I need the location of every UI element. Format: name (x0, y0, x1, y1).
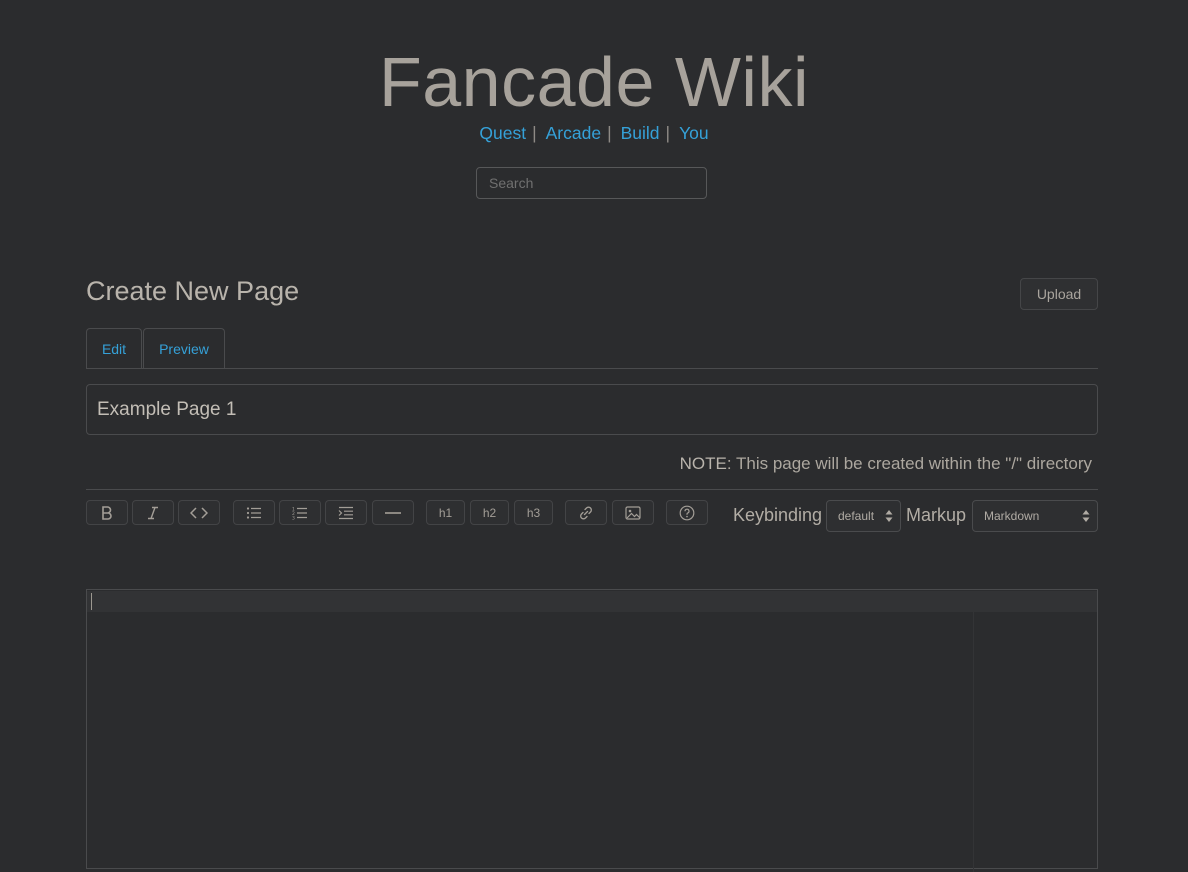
bold-button[interactable] (86, 500, 128, 525)
select-arrows-icon (885, 509, 893, 526)
bold-icon (101, 505, 113, 520)
code-button[interactable] (178, 500, 220, 525)
directory-note: NOTE: This page will be created within t… (680, 453, 1092, 475)
nav-separator: | (607, 123, 612, 143)
help-button[interactable] (666, 500, 708, 525)
select-arrows-icon (1082, 509, 1090, 526)
text-cursor (91, 593, 92, 610)
editor-tabs: Edit Preview (86, 328, 1098, 369)
upload-button[interactable]: Upload (1020, 278, 1098, 310)
list-ol-icon: 123 (292, 506, 308, 520)
markup-select[interactable]: Markdown (972, 500, 1098, 532)
tab-edit[interactable]: Edit (86, 328, 142, 368)
code-icon (190, 506, 208, 519)
markdown-editor[interactable] (86, 589, 1098, 872)
divider (86, 489, 1098, 490)
keybinding-value: default (838, 509, 875, 523)
nav-separator: | (532, 123, 537, 143)
image-icon (625, 505, 641, 520)
indent-button[interactable] (325, 500, 367, 525)
link-button[interactable] (565, 500, 607, 525)
italic-icon (146, 506, 160, 520)
note-label: NOTE (679, 454, 727, 473)
heading1-button[interactable]: h1 (426, 500, 465, 525)
page-title-input[interactable] (86, 384, 1098, 435)
markup-label: Markup (906, 505, 967, 525)
horizontal-rule-button[interactable] (372, 500, 414, 525)
heading3-button[interactable]: h3 (514, 500, 553, 525)
tab-preview[interactable]: Preview (143, 328, 225, 368)
italic-button[interactable] (132, 500, 174, 525)
editor-active-line (87, 591, 1097, 612)
search-input[interactable] (476, 167, 707, 199)
note-text: : This page will be created within the "… (726, 454, 1092, 473)
top-nav: Quest | Arcade | Build | You (0, 121, 1188, 145)
markup-value: Markdown (984, 509, 1040, 523)
bulleted-list-button[interactable] (233, 500, 275, 525)
nav-link-quest[interactable]: Quest (479, 123, 526, 143)
page-title: Create New Page (86, 276, 300, 306)
nav-link-you[interactable]: You (679, 123, 709, 143)
keybinding-label: Keybinding (733, 505, 823, 525)
indent-icon (338, 506, 354, 520)
svg-text:3: 3 (292, 515, 295, 520)
keybinding-select[interactable]: default (826, 500, 901, 532)
heading2-button[interactable]: h2 (470, 500, 509, 525)
numbered-list-button[interactable]: 123 (279, 500, 321, 525)
nav-separator: | (665, 123, 671, 143)
editor-margin-line (973, 612, 974, 872)
site-title: Fancade Wiki (378, 43, 810, 121)
nav-link-arcade[interactable]: Arcade (546, 123, 601, 143)
link-icon (578, 505, 594, 521)
minus-icon (385, 511, 401, 515)
list-ul-icon (246, 506, 262, 520)
question-circle-icon (679, 505, 695, 521)
nav-link-build[interactable]: Build (621, 123, 660, 143)
image-button[interactable] (612, 500, 654, 525)
